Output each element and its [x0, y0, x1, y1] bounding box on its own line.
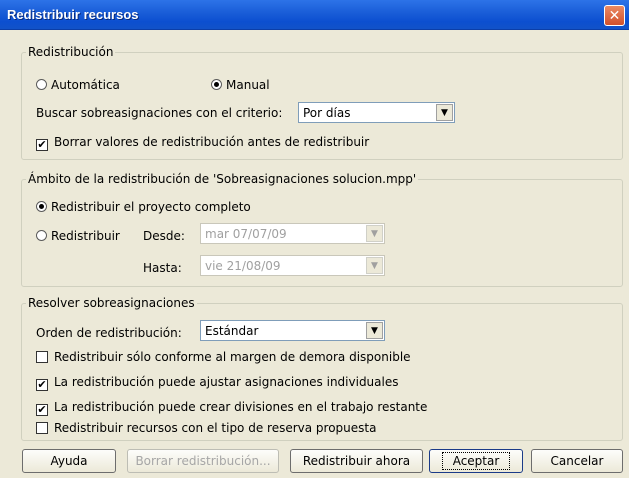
radio-icon — [36, 201, 47, 212]
checkbox-icon — [36, 422, 48, 434]
title-bar: Redistribuir recursos ✕ — [0, 0, 629, 30]
desde-select[interactable]: mar 07/07/09 ▼ — [200, 223, 385, 244]
resolver-legend: Resolver sobreasignaciones — [28, 296, 195, 310]
automatica-radio[interactable]: Automática — [36, 78, 120, 92]
manual-radio[interactable]: Manual — [211, 78, 270, 92]
redistribuir-ahora-button[interactable]: Redistribuir ahora — [290, 449, 423, 473]
borrar-redistribucion-button[interactable]: Borrar redistribución... — [127, 449, 279, 473]
ambito-legend: Ámbito de la redistribución de 'Sobreasi… — [28, 172, 417, 186]
close-icon: ✕ — [608, 7, 621, 24]
ajustar-asignaciones-checkbox[interactable]: ✔ La redistribución puede ajustar asignac… — [36, 375, 398, 391]
chevron-down-icon[interactable]: ▼ — [366, 225, 383, 242]
hasta-label: Hasta: — [143, 261, 182, 275]
borrar-valores-label: Borrar valores de redistribución antes d… — [54, 135, 370, 149]
hasta-value: vie 21/08/09 — [205, 259, 281, 273]
chevron-down-icon[interactable]: ▼ — [366, 257, 383, 274]
proyecto-completo-label: Redistribuir el proyecto completo — [51, 200, 251, 214]
hasta-select[interactable]: vie 21/08/09 ▼ — [200, 255, 385, 276]
redistribucion-legend: Redistribución — [28, 45, 114, 59]
checkbox-icon: ✔ — [36, 378, 48, 391]
proyecto-completo-radio[interactable]: Redistribuir el proyecto completo — [36, 200, 251, 214]
checkbox-icon: ✔ — [36, 138, 48, 151]
redistribuir-rango-radio[interactable]: Redistribuir — [36, 229, 120, 243]
chevron-down-icon[interactable]: ▼ — [366, 322, 383, 339]
radio-icon — [211, 79, 222, 90]
cancelar-button[interactable]: Cancelar — [531, 449, 623, 473]
orden-label: Orden de redistribución: — [36, 326, 182, 340]
aceptar-button[interactable]: Aceptar — [429, 449, 523, 473]
option-label: La redistribución puede ajustar asignaci… — [54, 375, 399, 389]
buscar-label: Buscar sobreasignaciones con el criterio… — [36, 106, 283, 120]
reserva-propuesta-checkbox[interactable]: Redistribuir recursos con el tipo de res… — [36, 421, 376, 435]
orden-value: Estándar — [205, 324, 259, 338]
buscar-select[interactable]: Por días ▼ — [298, 102, 455, 123]
buscar-value: Por días — [303, 106, 351, 120]
resolver-group: Resolver sobreasignaciones — [21, 296, 623, 441]
option-label: Redistribuir sólo conforme al margen de … — [54, 350, 411, 364]
window-title: Redistribuir recursos — [7, 7, 139, 22]
redistribuir-rango-label: Redistribuir — [51, 229, 120, 243]
radio-icon — [36, 79, 47, 90]
desde-label: Desde: — [143, 229, 185, 243]
checkbox-icon — [36, 351, 48, 363]
aceptar-label: Aceptar — [441, 452, 511, 470]
radio-icon — [36, 230, 47, 241]
close-button[interactable]: ✕ — [604, 5, 625, 26]
checkbox-icon: ✔ — [36, 403, 48, 416]
automatica-label: Automática — [51, 78, 120, 92]
crear-divisiones-checkbox[interactable]: ✔ La redistribución puede crear divisione… — [36, 400, 427, 416]
desde-value: mar 07/07/09 — [205, 227, 287, 241]
ayuda-button[interactable]: Ayuda — [22, 449, 116, 473]
manual-label: Manual — [226, 78, 270, 92]
margen-demora-checkbox[interactable]: Redistribuir sólo conforme al margen de … — [36, 350, 411, 364]
orden-select[interactable]: Estándar ▼ — [200, 320, 385, 341]
borrar-valores-checkbox[interactable]: ✔ Borrar valores de redistribución antes … — [36, 135, 369, 151]
option-label: La redistribución puede crear divisiones… — [54, 400, 428, 414]
option-label: Redistribuir recursos con el tipo de res… — [54, 421, 377, 435]
chevron-down-icon[interactable]: ▼ — [436, 104, 453, 121]
